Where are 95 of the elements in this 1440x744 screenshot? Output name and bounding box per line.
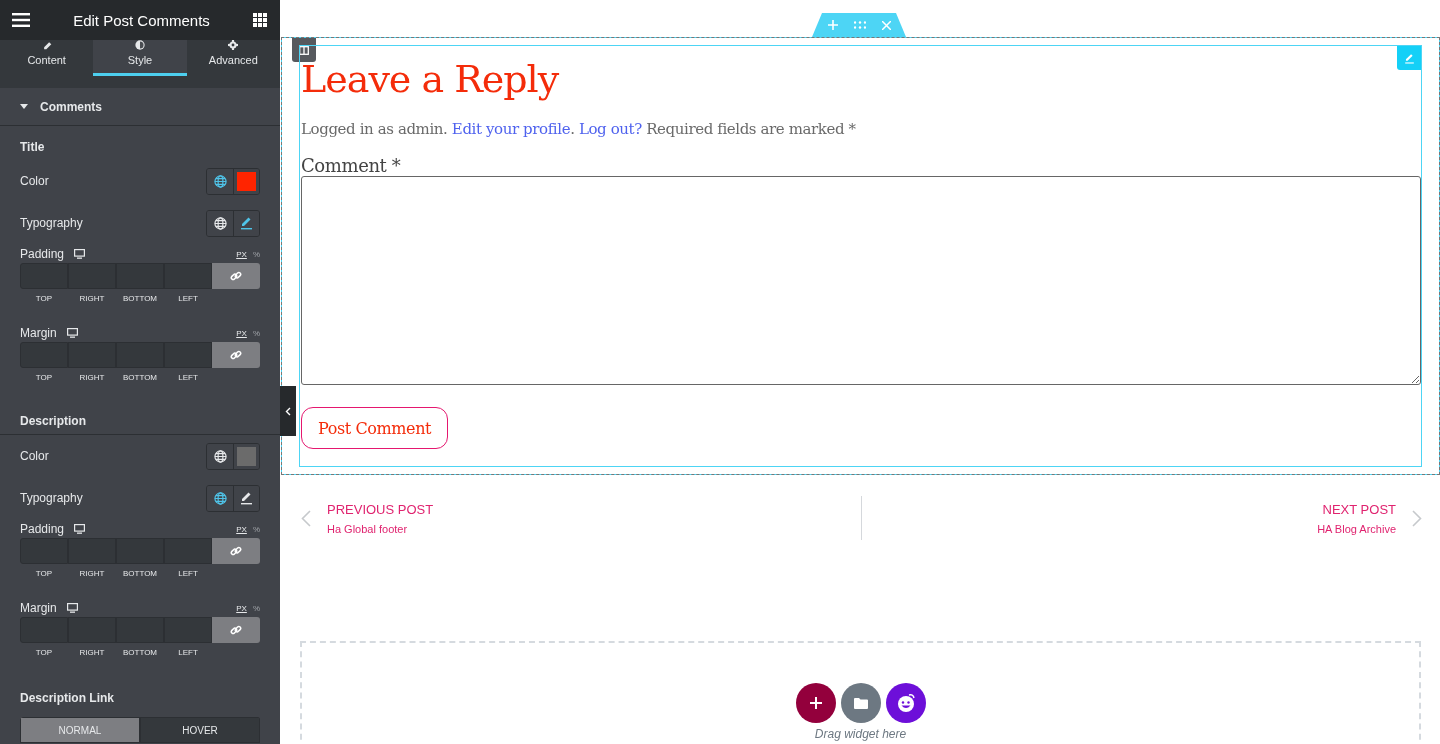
group-heading: Description Link (20, 691, 114, 705)
notice-link[interactable]: Log out? (578, 120, 642, 138)
desktop-icon[interactable] (74, 249, 86, 259)
panel-tab[interactable]: Content (0, 40, 94, 76)
logged-in-notice: Logged in as admin. Edit your profile. Log out? Required fields are marked * (301, 120, 857, 138)
collapse-panel-button[interactable] (280, 386, 296, 436)
group-heading: Title (20, 140, 45, 154)
side-label: TOP (35, 373, 53, 382)
next-post-title[interactable]: HA Blog Archive (1317, 522, 1396, 535)
side-label: RIGHT (79, 569, 105, 578)
dimension-input[interactable] (164, 263, 212, 289)
contrast-icon (133, 40, 147, 50)
previous-post-title[interactable]: Ha Global footer (327, 522, 434, 535)
dimension-input[interactable] (164, 538, 212, 564)
post-comment-button[interactable]: Post Comment (301, 407, 449, 449)
pencil-icon (240, 491, 253, 505)
side-label: BOTTOM (122, 373, 158, 382)
field-label: Comment * (301, 156, 402, 176)
dimension-input[interactable] (164, 342, 212, 368)
side-label: TOP (35, 648, 53, 657)
previous-post-link[interactable]: PREVIOUS POST (327, 501, 434, 517)
next-post-link[interactable]: NEXT POST (1322, 501, 1396, 517)
add-section-button[interactable] (795, 683, 836, 723)
link-values-button[interactable] (212, 538, 260, 564)
menu-icon[interactable] (12, 13, 30, 27)
control-label: Typography (20, 216, 83, 230)
link-icon (230, 624, 242, 636)
control-label: Padding (20, 522, 65, 536)
unit-option[interactable]: % (252, 603, 260, 613)
globe-icon (213, 449, 227, 463)
side-label: BOTTOM (122, 569, 158, 578)
link-values-button[interactable] (212, 263, 260, 289)
panel-tab[interactable]: Style (93, 40, 187, 76)
column-handle[interactable] (292, 38, 316, 62)
chevron-left-icon (301, 509, 311, 527)
unit-option[interactable]: % (252, 328, 260, 338)
side-label: RIGHT (79, 294, 105, 303)
grid-icon[interactable] (253, 13, 267, 27)
side-label: BOTTOM (122, 648, 158, 657)
panel-title: Edit Post Comments (73, 11, 210, 29)
unit-option[interactable]: PX (236, 249, 247, 259)
desktop-icon[interactable] (66, 328, 78, 338)
chevron-left-icon (285, 406, 291, 416)
unit-option[interactable]: PX (236, 603, 247, 613)
folder-icon (853, 697, 868, 709)
unit-option[interactable]: % (252, 249, 260, 259)
globe-icon (213, 216, 227, 230)
link-values-button[interactable] (212, 617, 260, 643)
desktop-icon[interactable] (74, 524, 86, 534)
side-label: RIGHT (79, 648, 105, 657)
group-heading: Description (20, 414, 86, 428)
control-label: Color (20, 449, 49, 463)
state-tab[interactable]: NORMAL (20, 717, 140, 743)
smiley-face-button[interactable] (885, 683, 926, 723)
link-icon (230, 349, 242, 361)
link-values-button[interactable] (212, 342, 260, 368)
chevron-right-icon (1412, 509, 1422, 527)
unit-option[interactable]: PX (236, 524, 247, 534)
side-label: LEFT (178, 648, 198, 657)
link-icon (230, 545, 242, 557)
template-library-button[interactable] (840, 683, 881, 723)
desktop-icon[interactable] (66, 603, 78, 613)
smiley-icon (895, 693, 916, 713)
globe-icon (213, 174, 227, 188)
link-icon (230, 270, 242, 282)
columns-icon (299, 45, 309, 55)
state-tab[interactable]: HOVER (140, 717, 260, 743)
side-label: RIGHT (79, 373, 105, 382)
side-label: TOP (35, 294, 53, 303)
side-label: LEFT (178, 373, 198, 382)
pencil-icon (240, 216, 253, 230)
pencil-icon (1403, 52, 1415, 64)
control-label: Typography (20, 491, 83, 505)
globe-icon (213, 491, 227, 505)
form-title: Leave a Reply (301, 56, 559, 103)
unit-option[interactable]: PX (236, 328, 247, 338)
control-label: Color (20, 174, 49, 188)
control-label: Margin (20, 326, 57, 340)
comment-field[interactable] (301, 176, 1421, 385)
plus-icon (809, 697, 822, 709)
edit-button[interactable] (233, 210, 259, 236)
side-label: BOTTOM (122, 294, 158, 303)
dimension-input[interactable] (164, 617, 212, 643)
side-label: LEFT (178, 294, 198, 303)
edit-button[interactable] (233, 485, 259, 511)
unit-option[interactable]: % (252, 524, 260, 534)
side-label: TOP (35, 569, 53, 578)
drag-handle-icon[interactable] (853, 21, 866, 29)
caret-icon (20, 103, 28, 110)
panel-tab[interactable]: Advanced (186, 40, 280, 76)
notice-link[interactable]: Edit your profile (451, 120, 571, 138)
drop-hint: Drag widget here (814, 727, 907, 741)
side-label: LEFT (178, 569, 198, 578)
control-label: Padding (20, 247, 65, 261)
control-label: Margin (20, 601, 57, 615)
